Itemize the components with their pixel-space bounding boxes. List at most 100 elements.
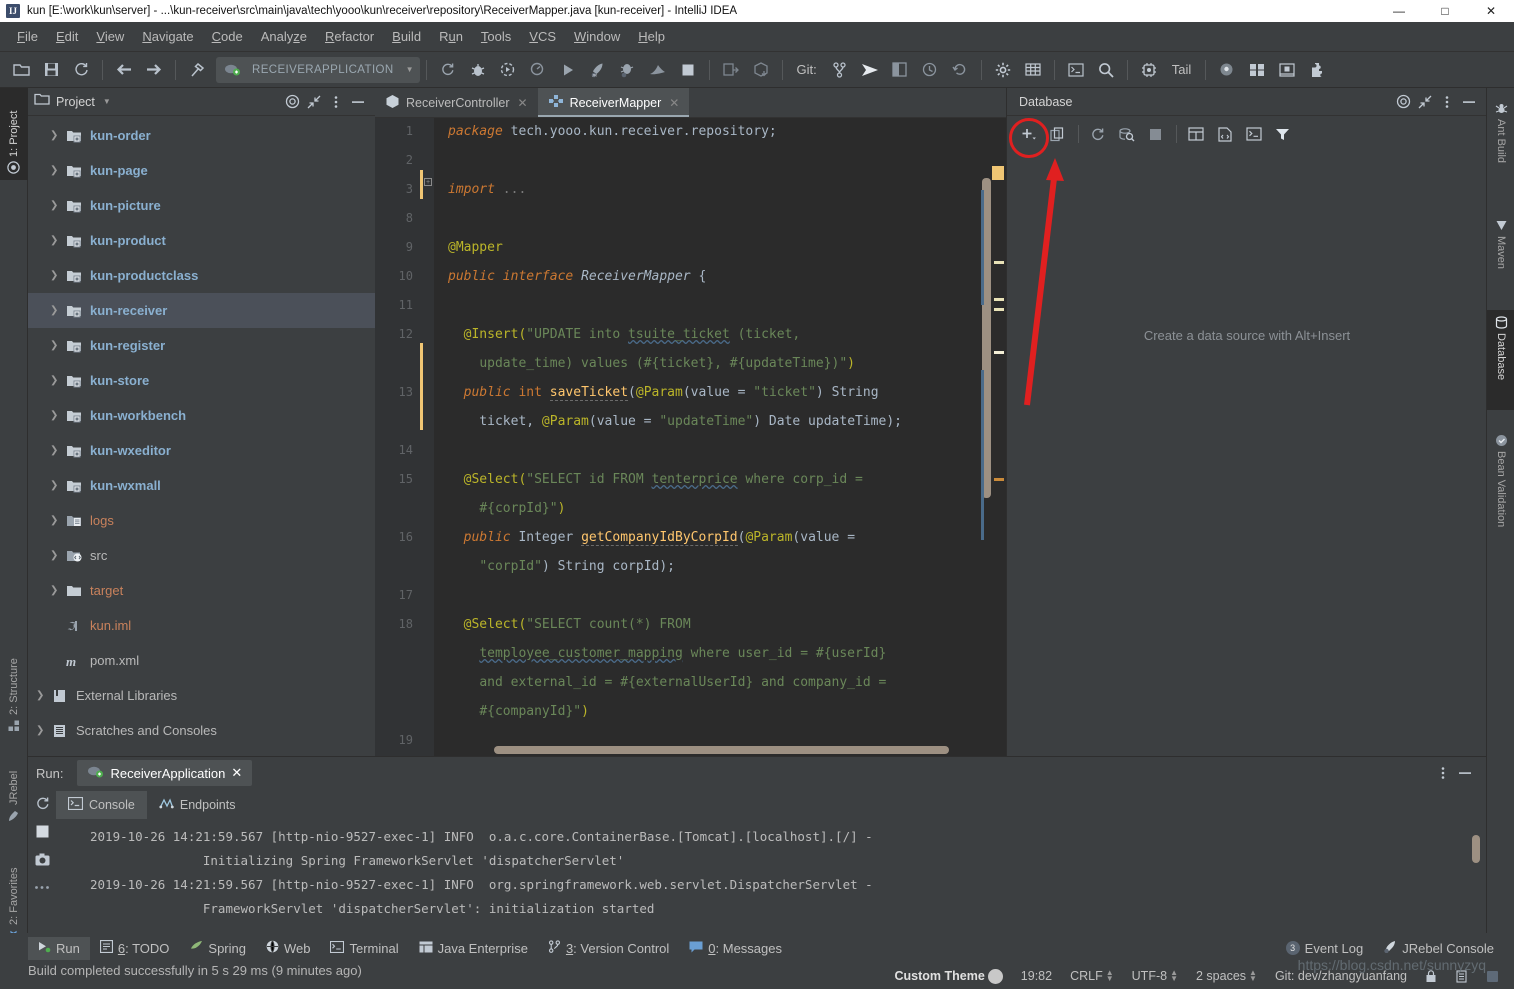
tree-node[interactable]: ❯ kun-product <box>28 223 375 258</box>
status-tool-version-control[interactable]: 3: Version Control <box>538 936 679 960</box>
stop-icon[interactable] <box>28 817 56 845</box>
tree-node[interactable]: ❯ src <box>28 538 375 573</box>
menu-build[interactable]: Build <box>383 25 430 48</box>
expand-arrow-icon[interactable]: ❯ <box>50 550 66 561</box>
forward-icon[interactable] <box>140 57 168 83</box>
chevron-down-icon[interactable]: ▼ <box>406 65 414 74</box>
lock-icon[interactable] <box>1416 968 1446 985</box>
chevron-updown-icon[interactable]: ▲ ▼ <box>1170 969 1178 983</box>
rerun-icon[interactable] <box>28 789 56 817</box>
stop-icon[interactable] <box>674 57 702 83</box>
project-tree[interactable]: ❯ kun-order ❯ kun-page ❯ kun-picture ❯ kun-p… <box>28 116 375 756</box>
menu-view[interactable]: View <box>87 25 133 48</box>
close-icon[interactable]: ✕ <box>518 96 528 110</box>
options-menu-icon[interactable] <box>1432 762 1454 784</box>
expand-arrow-icon[interactable]: ❯ <box>50 375 66 386</box>
add-data-source-icon[interactable] <box>1015 122 1042 147</box>
expand-arrow-icon[interactable]: ❯ <box>36 690 52 701</box>
code-text[interactable]: package tech.yooo.kun.receiver.repositor… <box>434 118 1006 756</box>
deploy-icon[interactable] <box>717 57 745 83</box>
status-tool-run[interactable]: Run <box>28 936 90 960</box>
tree-node[interactable]: ❯ kun-workbench <box>28 398 375 433</box>
notifications-icon[interactable] <box>1477 968 1508 985</box>
tail-button[interactable]: Tail <box>1164 59 1200 80</box>
tree-node[interactable]: ❯ kun-picture <box>28 188 375 223</box>
status-tool-spring[interactable]: Spring <box>179 936 256 960</box>
build-hammer-icon[interactable] <box>183 57 211 83</box>
tree-node[interactable]: ❯ kun-order <box>28 118 375 153</box>
jrebel-debug-icon[interactable] <box>614 57 642 83</box>
collapse-all-icon[interactable] <box>1414 91 1436 113</box>
fold-and-change-strip[interactable]: + <box>420 118 434 756</box>
theme-indicator[interactable]: Custom Theme <box>886 967 1012 986</box>
expand-arrow-icon[interactable]: ❯ <box>50 165 66 176</box>
locate-target-icon[interactable] <box>281 91 303 113</box>
menu-help[interactable]: Help <box>629 25 674 48</box>
expand-arrow-icon[interactable]: ❯ <box>50 305 66 316</box>
debug-icon[interactable] <box>464 57 492 83</box>
error-stripe-marker-panel[interactable] <box>982 148 1006 756</box>
expand-arrow-icon[interactable]: ❯ <box>50 200 66 211</box>
run-with-coverage-icon[interactable] <box>494 57 522 83</box>
console-icon[interactable] <box>1240 122 1267 147</box>
options-menu-icon[interactable] <box>1436 91 1458 113</box>
menu-window[interactable]: Window <box>565 25 629 48</box>
layout-icon[interactable] <box>1243 57 1271 83</box>
tab-endpoints[interactable]: Endpoints <box>147 791 248 819</box>
close-icon[interactable]: ✕ <box>669 96 679 110</box>
hide-panel-icon[interactable] <box>1454 762 1476 784</box>
code-editor[interactable]: 1 2 3 8 9 10 11 12 13 14 15 16 17 18 19 … <box>375 118 1006 756</box>
status-tool-todo[interactable]: 6: TODO <box>90 936 180 960</box>
project-structure-icon[interactable] <box>1019 57 1047 83</box>
git-branch-indicator[interactable]: Git: dev/zhangyuanfang <box>1266 967 1416 985</box>
sidebar-item-ant-build[interactable]: Ant Build <box>1487 96 1514 196</box>
sidebar-item-structure[interactable]: 2: Structure <box>0 628 28 738</box>
expand-arrow-icon[interactable]: ❯ <box>50 340 66 351</box>
profiler-icon[interactable] <box>524 57 552 83</box>
tree-node[interactable]: ❯ kun-productclass <box>28 258 375 293</box>
expand-arrow-icon[interactable]: ❯ <box>50 235 66 246</box>
expand-arrow-icon[interactable]: ❯ <box>36 725 52 736</box>
tree-node-selected[interactable]: ❯ kun-receiver <box>28 293 375 328</box>
encoding-indicator[interactable]: UTF-8 ▲ ▼ <box>1123 967 1187 985</box>
chevron-down-icon[interactable]: ▼ <box>103 97 111 106</box>
hide-panel-icon[interactable] <box>1458 91 1480 113</box>
line-separator-indicator[interactable]: CRLF ▲ ▼ <box>1061 967 1123 985</box>
expand-arrow-icon[interactable]: ❯ <box>50 585 66 596</box>
camera-icon[interactable] <box>28 845 56 873</box>
jrebel-monitor-icon[interactable] <box>1213 57 1241 83</box>
hide-panel-icon[interactable] <box>347 91 369 113</box>
status-tool-web[interactable]: Web <box>256 936 321 960</box>
console-output[interactable]: 2019-10-26 14:21:59.567 [http-nio-9527-e… <box>90 825 1486 930</box>
jrebel-stop-icon[interactable] <box>644 57 672 83</box>
terminal-icon[interactable] <box>1062 57 1090 83</box>
tree-node[interactable]: ❯ kun-page <box>28 153 375 188</box>
menu-refactor[interactable]: Refactor <box>316 25 383 48</box>
history-icon[interactable] <box>916 57 944 83</box>
editor-tab-receivermapper[interactable]: ReceiverMapper ✕ <box>537 88 690 117</box>
tree-node[interactable]: m pom.xml <box>28 643 375 678</box>
editor-tab-receivercontroller[interactable]: ReceiverController ✕ <box>375 88 538 117</box>
horizontal-scrollbar[interactable] <box>494 746 949 754</box>
status-tool-terminal[interactable]: Terminal <box>320 937 408 960</box>
chevron-updown-icon[interactable]: ▲ ▼ <box>1249 969 1257 983</box>
close-icon[interactable]: ✕ <box>231 765 242 781</box>
filter-icon[interactable] <box>1269 122 1296 147</box>
stop-icon[interactable] <box>1142 122 1169 147</box>
sidebar-item-maven[interactable]: Maven <box>1487 213 1514 298</box>
menu-analyze[interactable]: Analyze <box>252 25 316 48</box>
ddl-file-icon[interactable] <box>1211 122 1238 147</box>
settings-gear-icon[interactable] <box>989 57 1017 83</box>
find-in-db-icon[interactable] <box>1113 122 1140 147</box>
menu-edit[interactable]: Edit <box>47 25 87 48</box>
run-icon[interactable] <box>554 57 582 83</box>
menu-file[interactable]: File <box>8 25 47 48</box>
git-menu-label[interactable]: Git: <box>789 59 825 80</box>
theme-toggle-icon[interactable] <box>987 968 1003 984</box>
revert-icon[interactable] <box>946 57 974 83</box>
ui-designer-icon[interactable] <box>1273 57 1301 83</box>
sidebar-item-project[interactable]: 1: Project <box>0 88 28 180</box>
status-tool-messages[interactable]: 0: Messages <box>679 937 792 960</box>
tree-node[interactable]: ❯ kun-register <box>28 328 375 363</box>
menu-vcs[interactable]: VCS <box>520 25 565 48</box>
